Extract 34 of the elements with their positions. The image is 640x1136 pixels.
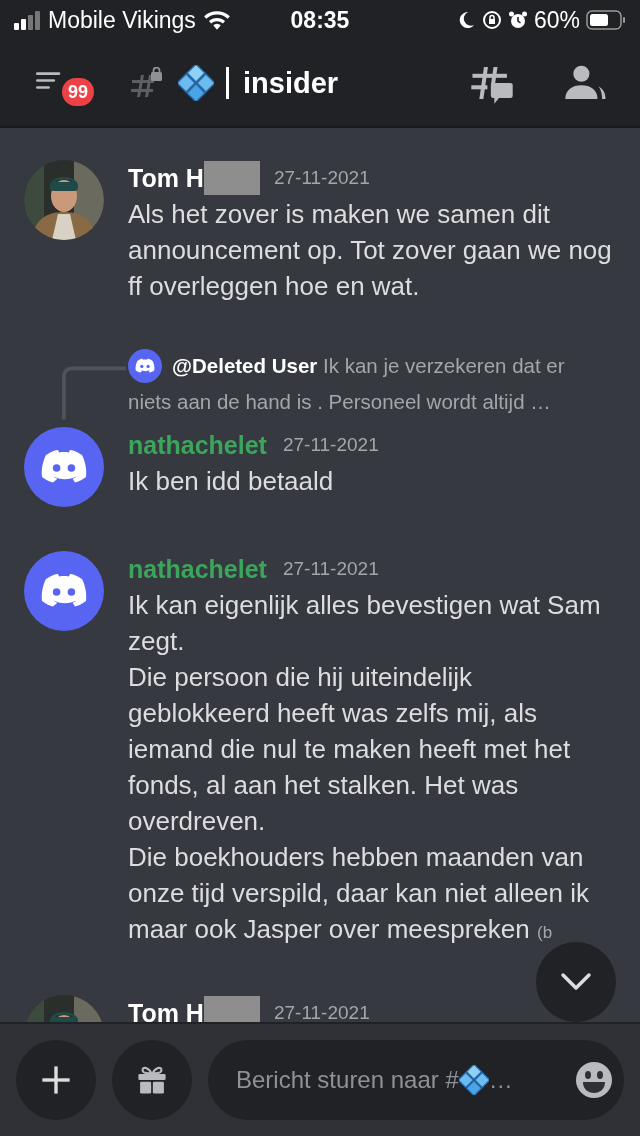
message-date: 27-11-2021 — [273, 167, 370, 189]
battery-percentage: 60% — [533, 6, 580, 34]
author-name[interactable]: Tom H — [128, 163, 204, 193]
default-avatar-icon — [24, 427, 104, 507]
message-date: 27-11-2021 — [273, 1002, 370, 1022]
alarm-clock-icon — [507, 10, 528, 30]
message-text: Ik ben idd betaald — [128, 465, 335, 498]
message-text: Als het zover is maken we samen dit announcement op. Tot zover gaan we nog ff overleggen hoe en wat. — [128, 198, 613, 303]
wifi-icon — [201, 9, 232, 31]
channel-name: insider — [243, 66, 339, 100]
battery-icon — [586, 9, 626, 31]
author-name[interactable]: Tom H — [128, 998, 204, 1022]
message-text: Ik kan eigenlijk alles bevestigen wat Sam zegt. Die persoon die hij uiteindelijk geblokkeerd heeft was zelfs mij, als iemand die nul te maken heeft met het fonds, al aan het stalken. Het was overdreven. Die boekhouders hebben maanden van onze tijd verspild, daar kan niet alleen ik maar ook Jasper over meespreken (b — [128, 589, 602, 946]
default-avatar-icon — [128, 348, 162, 383]
menu-icon — [36, 70, 62, 92]
diamond-emoji-icon — [178, 65, 214, 101]
author-name[interactable]: nathachelet — [128, 554, 267, 584]
notification-badge: 99 — [62, 78, 95, 106]
default-avatar-icon — [24, 551, 104, 631]
locked-channel-icon — [130, 67, 164, 99]
message-date: 27-11-2021 — [282, 434, 379, 456]
carrier-name: Mobile Vikings — [48, 6, 196, 34]
chevron-down-icon — [560, 972, 592, 992]
plus-icon — [39, 1063, 73, 1097]
rotation-lock-icon — [481, 10, 502, 30]
clock-time: 08:35 — [290, 6, 350, 34]
reply-connector-line — [62, 365, 128, 421]
author-name[interactable]: nathachelet — [128, 430, 267, 460]
message-input[interactable]: Bericht sturen naar # … — [208, 1040, 624, 1120]
message-date: 27-11-2021 — [282, 558, 379, 580]
diamond-emoji-icon — [458, 1065, 489, 1095]
signal-icon — [14, 10, 42, 30]
reply-preview[interactable]: @Deleted User Ik kan je verzekeren dat er niets aan de hand is . Personeel wordt altijd … — [128, 348, 610, 420]
smiley-icon[interactable] — [574, 1060, 614, 1100]
